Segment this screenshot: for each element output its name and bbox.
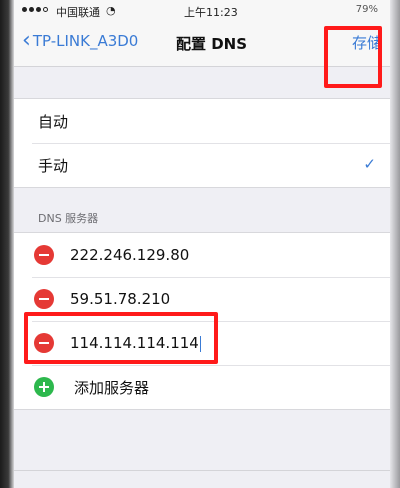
back-button[interactable]: ‹ TP-LINK_A3D0 — [22, 28, 139, 53]
add-server-row[interactable]: 添加服务器 — [14, 365, 390, 409]
add-server-label: 添加服务器 — [74, 378, 150, 397]
dns-server-field[interactable]: 59.51.78.210 — [70, 290, 170, 308]
dns-server-field[interactable]: 222.246.129.80 — [70, 246, 189, 264]
dns-highlight-box — [24, 312, 218, 364]
chevron-left-icon: ‹ — [22, 28, 31, 53]
checkmark-icon: ✓ — [363, 155, 376, 173]
bottom-divider — [14, 470, 390, 471]
carrier-name: 中国联通 — [56, 6, 100, 19]
signal-strength-icon — [22, 7, 48, 12]
status-time: 上午11:23 — [184, 6, 238, 19]
page-title: 配置 DNS — [176, 35, 248, 53]
phone-screen: 中国联通 ◔ 上午11:23 79% ‹ TP-LINK_A3D0 配置 DNS… — [14, 0, 390, 488]
mode-option-auto[interactable]: 自动 — [14, 99, 390, 143]
back-button-label: TP-LINK_A3D0 — [32, 32, 139, 50]
delete-circle-icon[interactable] — [34, 245, 54, 265]
device-bezel-right — [390, 0, 400, 488]
dns-mode-group: 自动 手动 ✓ — [14, 98, 390, 188]
mode-option-label: 自动 — [38, 112, 69, 131]
status-bar: 中国联通 ◔ 上午11:23 79% — [14, 0, 390, 22]
battery-percentage: 79% — [355, 4, 378, 15]
wifi-icon: ◔ — [106, 4, 116, 17]
add-circle-icon — [34, 377, 54, 397]
save-highlight-box — [324, 26, 382, 88]
empty-area — [14, 412, 390, 488]
mode-option-manual[interactable]: 手动 ✓ — [14, 143, 390, 187]
delete-circle-icon[interactable] — [34, 289, 54, 309]
mode-option-label: 手动 — [38, 156, 69, 175]
navigation-bar: ‹ TP-LINK_A3D0 配置 DNS 存储 — [14, 22, 390, 88]
dns-section-header: DNS 服务器 — [38, 212, 99, 225]
dns-server-row: 222.246.129.80 — [14, 233, 390, 277]
device-bezel-left — [0, 0, 14, 488]
